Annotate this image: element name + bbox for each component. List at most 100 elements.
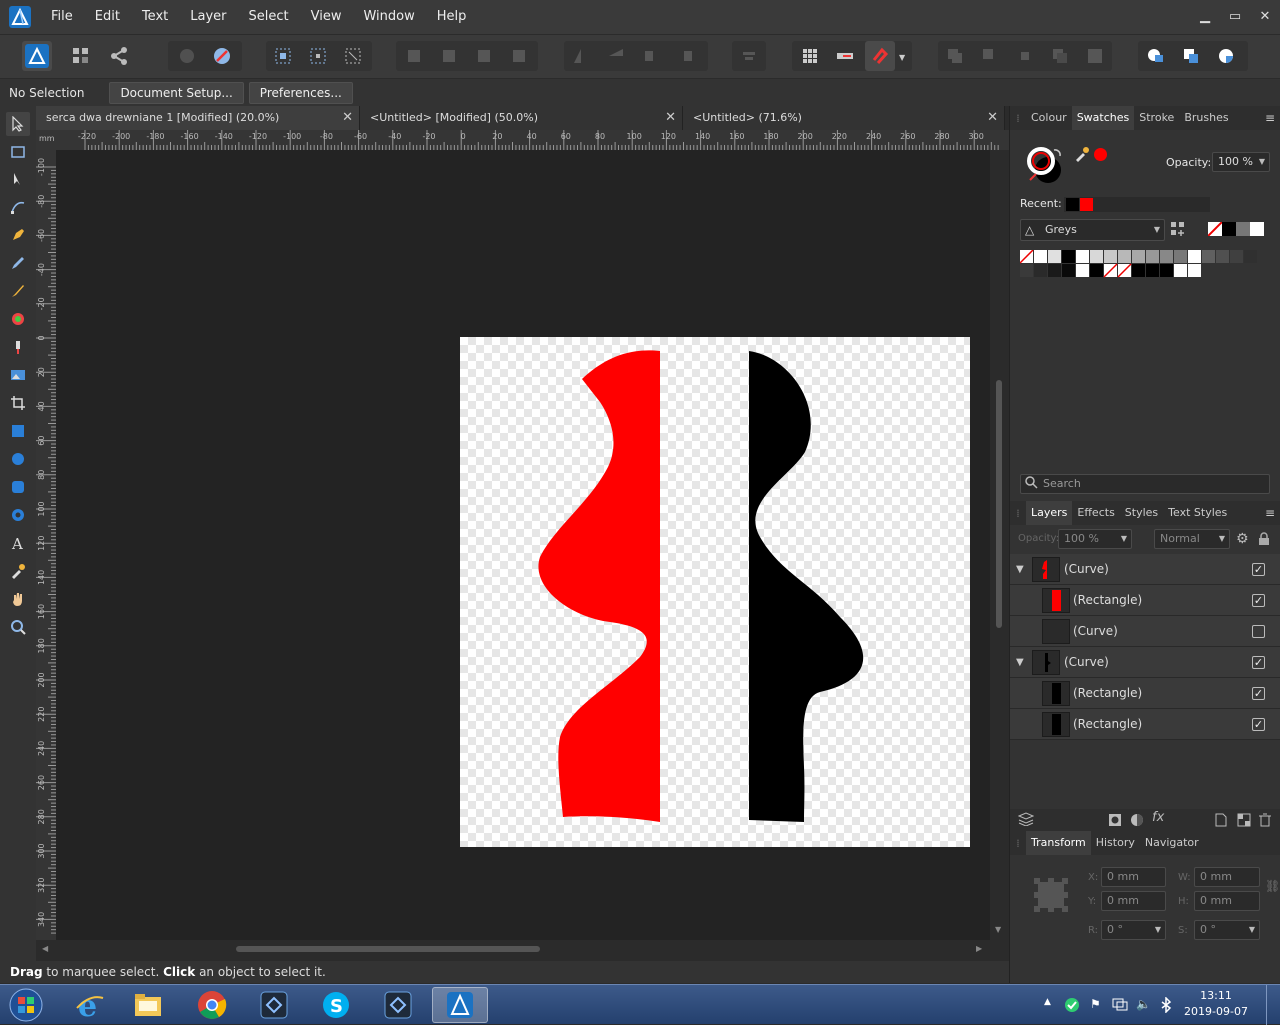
artboard-tool-icon[interactable] xyxy=(6,140,30,164)
arrange-front-icon[interactable] xyxy=(504,41,534,71)
tab-brushes[interactable]: Brushes xyxy=(1179,106,1233,130)
tab-history[interactable]: History xyxy=(1091,831,1140,855)
panel-grip-icon[interactable]: ⁞ xyxy=(1010,507,1026,520)
affinity-app-icon-1[interactable] xyxy=(246,987,302,1023)
eyedropper-icon[interactable] xyxy=(1074,146,1090,165)
menu-help[interactable]: Help xyxy=(426,0,478,34)
transparency-tool-icon[interactable] xyxy=(6,335,30,359)
black-swatch[interactable] xyxy=(1222,222,1236,236)
align-icon[interactable] xyxy=(734,41,764,71)
x-field[interactable]: 0 mm xyxy=(1101,867,1166,887)
anchor-point-selector-icon[interactable] xyxy=(1034,878,1068,912)
tab-colour[interactable]: Colour xyxy=(1026,106,1072,130)
skype-icon[interactable]: S xyxy=(308,987,364,1023)
layer-row[interactable]: (Curve) xyxy=(1010,616,1280,647)
bluetooth-icon[interactable] xyxy=(1160,996,1172,1016)
scroll-right-icon[interactable]: ▶ xyxy=(976,944,982,953)
chevron-down-icon[interactable]: ▼ xyxy=(1219,530,1225,548)
layer-visibility-checkbox[interactable]: ✓ xyxy=(1252,687,1265,700)
close-button[interactable]: ✕ xyxy=(1250,0,1280,34)
gear-icon[interactable]: ⚙ xyxy=(1236,531,1249,547)
artistic-text-tool-icon[interactable]: A xyxy=(6,531,30,555)
preferences-button[interactable]: Preferences... xyxy=(248,81,353,104)
settings-sync-icon[interactable] xyxy=(172,41,202,71)
rounded-rectangle-tool-icon[interactable] xyxy=(6,475,30,499)
security-tray-icon[interactable] xyxy=(1064,997,1080,1016)
affinity-designer-logo-icon[interactable] xyxy=(0,0,40,34)
panel-menu-icon[interactable]: ≡ xyxy=(1265,501,1275,525)
volume-icon[interactable]: 🔈 xyxy=(1136,997,1151,1011)
mask-layer-icon[interactable] xyxy=(1108,813,1122,830)
delete-layer-icon[interactable] xyxy=(1259,813,1271,830)
recent-black-swatch[interactable] xyxy=(1066,198,1079,211)
horizontal-ruler[interactable]: mm -220 -200 -180 -160 -140 -120 -100 -80 -60 -40… xyxy=(36,130,1009,150)
tab-stroke[interactable]: Stroke xyxy=(1134,106,1179,130)
affinity-designer-task-icon[interactable] xyxy=(432,987,488,1023)
boolean-subtract-icon[interactable] xyxy=(975,41,1005,71)
tab-effects[interactable]: Effects xyxy=(1072,501,1119,525)
black-curve-shape[interactable] xyxy=(749,351,864,822)
start-button[interactable] xyxy=(4,986,48,1024)
tab-close-icon[interactable]: ✕ xyxy=(342,106,353,130)
add-page-icon[interactable] xyxy=(1215,813,1227,830)
layer-visibility-checkbox[interactable] xyxy=(1252,625,1265,638)
fill-tool-icon[interactable] xyxy=(6,307,30,331)
current-colour-swatch[interactable] xyxy=(1094,148,1107,161)
crop-tool-icon[interactable] xyxy=(6,391,30,415)
menu-layer[interactable]: Layer xyxy=(179,0,237,34)
recent-red-swatch[interactable] xyxy=(1080,198,1093,211)
chevron-down-icon[interactable]: ▼ xyxy=(1259,153,1265,171)
flip-horizontal-icon[interactable] xyxy=(566,41,596,71)
arrange-back-icon[interactable] xyxy=(399,41,429,71)
menu-text[interactable]: Text xyxy=(131,0,179,34)
boolean-add-icon[interactable] xyxy=(940,41,970,71)
add-pixel-layer-icon[interactable] xyxy=(1237,813,1251,830)
snapping-magnet-icon[interactable] xyxy=(865,41,895,71)
tab-styles[interactable]: Styles xyxy=(1120,501,1163,525)
color-picker-tool-icon[interactable] xyxy=(6,559,30,583)
rectangle-tool-icon[interactable] xyxy=(6,419,30,443)
menu-edit[interactable]: Edit xyxy=(84,0,131,34)
zoom-tool-icon[interactable] xyxy=(6,615,30,639)
donut-tool-icon[interactable] xyxy=(6,503,30,527)
palette-dropdown[interactable]: △ Greys ▼ xyxy=(1020,219,1165,241)
palette-options-icon[interactable] xyxy=(1170,221,1186,240)
document-page[interactable] xyxy=(460,337,970,847)
y-field[interactable]: 0 mm xyxy=(1101,891,1166,911)
document-setup-button[interactable]: Document Setup... xyxy=(109,81,244,104)
layer-visibility-checkbox[interactable]: ✓ xyxy=(1252,563,1265,576)
fx-icon[interactable]: fx xyxy=(1152,810,1164,825)
tray-expand-icon[interactable]: ▲ xyxy=(1044,997,1051,1007)
lock-icon[interactable] xyxy=(1258,532,1270,549)
chevron-down-icon[interactable]: ▼ xyxy=(1121,530,1127,548)
layer-opacity-field[interactable]: 100 % ▼ xyxy=(1058,529,1132,549)
boolean-xor-icon[interactable] xyxy=(1045,41,1075,71)
designer-persona-icon[interactable] xyxy=(22,41,52,71)
vertical-scrollbar[interactable]: ▼ xyxy=(990,150,1009,940)
scroll-left-icon[interactable]: ◀ xyxy=(42,944,48,953)
node-tool-icon[interactable] xyxy=(6,167,30,191)
view-hand-tool-icon[interactable] xyxy=(6,587,30,611)
network-icon[interactable] xyxy=(1112,997,1128,1014)
insert-top-icon[interactable] xyxy=(1176,41,1206,71)
h-field[interactable]: 0 mm xyxy=(1194,891,1260,911)
no-colour-swatch[interactable] xyxy=(1208,222,1222,236)
panel-grip-icon[interactable]: ⁞ xyxy=(1010,112,1026,125)
tab-close-icon[interactable]: ✕ xyxy=(665,106,676,130)
tab-navigator[interactable]: Navigator xyxy=(1140,831,1204,855)
flip-vertical-icon[interactable] xyxy=(601,41,631,71)
menu-select[interactable]: Select xyxy=(238,0,300,34)
select-all-icon[interactable] xyxy=(268,41,298,71)
vector-brush-tool-icon[interactable] xyxy=(6,279,30,303)
white-swatch[interactable] xyxy=(1250,222,1264,236)
snapping-dropdown-icon[interactable]: ▼ xyxy=(899,53,905,62)
internet-explorer-icon[interactable]: e xyxy=(62,987,118,1023)
rotation-field[interactable]: 0 ° ▼ xyxy=(1101,920,1166,940)
layer-row[interactable]: ▼ (Curve) ✓ xyxy=(1010,554,1280,585)
menu-view[interactable]: View xyxy=(300,0,353,34)
layer-visibility-checkbox[interactable]: ✓ xyxy=(1252,718,1265,731)
select-inverse-icon[interactable] xyxy=(303,41,333,71)
link-ratio-icon[interactable]: ⛓ xyxy=(1265,879,1280,893)
export-persona-icon[interactable] xyxy=(104,41,134,71)
rotate-right-icon[interactable] xyxy=(671,41,701,71)
